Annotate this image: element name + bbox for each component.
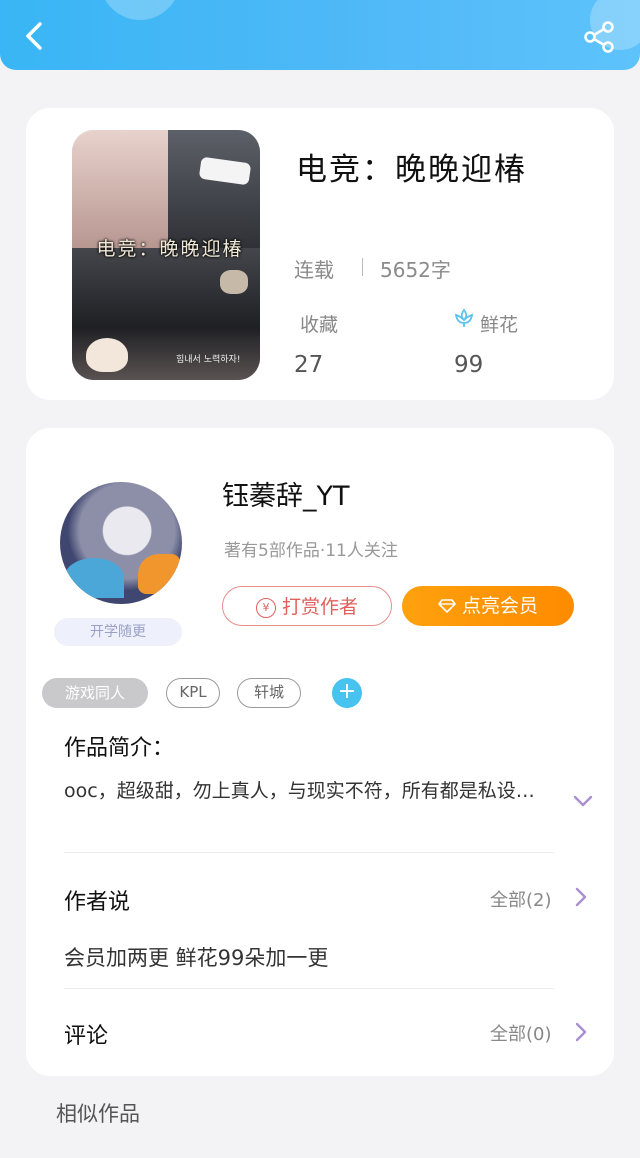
avatar-wave bbox=[64, 558, 124, 598]
book-title: 电竞：晚晚迎椿 bbox=[296, 152, 527, 188]
vip-label: 点亮会员 bbox=[461, 595, 538, 617]
top-bar bbox=[0, 0, 640, 70]
tag-chip[interactable]: 轩城 bbox=[237, 678, 301, 708]
flowers-label: 鲜花 bbox=[480, 314, 519, 336]
favorites-count: 27 bbox=[294, 352, 324, 378]
share-icon bbox=[584, 21, 614, 53]
cat-sticker bbox=[220, 270, 248, 294]
tag-chip[interactable]: KPL bbox=[166, 678, 220, 708]
divider bbox=[64, 988, 554, 989]
diamond-icon bbox=[438, 599, 456, 613]
similar-works-title: 相似作品 bbox=[56, 1102, 140, 1126]
cover-panel bbox=[72, 130, 168, 248]
reward-label: 打赏作者 bbox=[281, 596, 358, 618]
share-button[interactable] bbox=[580, 18, 618, 56]
back-arrow-icon bbox=[26, 22, 42, 50]
flower-icon bbox=[454, 308, 474, 327]
intro-title: 作品简介： bbox=[64, 736, 175, 761]
intro-text: ooc，超级甜，勿上真人，与现实不符，所有都是私设… bbox=[64, 780, 535, 802]
book-info-card: 电竞：晚晚迎椿 힘내서 노력하자! 电竞：晚晚迎椿 连载 5652字 收藏 27… bbox=[26, 108, 614, 400]
divider bbox=[362, 258, 363, 276]
reward-author-button[interactable]: ¥ 打赏作者 bbox=[222, 586, 392, 626]
author-badge: 开学随更 bbox=[54, 618, 182, 646]
author-name[interactable]: 钰蓁辞_YT bbox=[222, 474, 350, 513]
chevron-right-icon[interactable] bbox=[570, 886, 592, 908]
author-note-text: 会员加两更 鲜花99朵加一更 bbox=[64, 946, 329, 970]
chevron-down-icon[interactable] bbox=[572, 790, 594, 812]
divider bbox=[64, 852, 554, 853]
back-button[interactable] bbox=[18, 18, 52, 54]
word-count: 5652字 bbox=[380, 258, 451, 282]
vip-button[interactable]: 点亮会员 bbox=[402, 586, 574, 626]
author-note-all-link[interactable]: 全部(2) bbox=[490, 886, 552, 912]
book-status: 连载 bbox=[294, 258, 334, 282]
author-note-title: 作者说 bbox=[64, 890, 131, 915]
add-tag-button[interactable]: + bbox=[332, 678, 362, 708]
decor-bubble bbox=[100, 0, 180, 20]
book-cover[interactable]: 电竞：晚晚迎椿 힘내서 노력하자! bbox=[72, 130, 260, 380]
favorites-label: 收藏 bbox=[300, 314, 339, 336]
author-card: 开学随更 钰蓁辞_YT 著有5部作品·11人关注 ¥ 打赏作者 点亮会员 游戏同人… bbox=[26, 428, 614, 1076]
cover-title: 电竞：晚晚迎椿 bbox=[96, 238, 244, 260]
flowers-count: 99 bbox=[454, 352, 484, 378]
cover-caption: 힘내서 노력하자! bbox=[176, 355, 241, 365]
comments-title: 评论 bbox=[64, 1024, 109, 1049]
avatar-fish bbox=[138, 554, 180, 594]
comments-all-link[interactable]: 全部(0) bbox=[490, 1020, 552, 1046]
bear-sticker bbox=[86, 338, 128, 372]
author-avatar[interactable] bbox=[60, 482, 182, 604]
yen-icon: ¥ bbox=[255, 598, 276, 618]
chevron-right-icon[interactable] bbox=[570, 1021, 592, 1043]
cover-panel bbox=[168, 130, 260, 248]
tag-chip[interactable]: 游戏同人 bbox=[42, 678, 148, 708]
author-meta: 著有5部作品·11人关注 bbox=[224, 541, 398, 561]
